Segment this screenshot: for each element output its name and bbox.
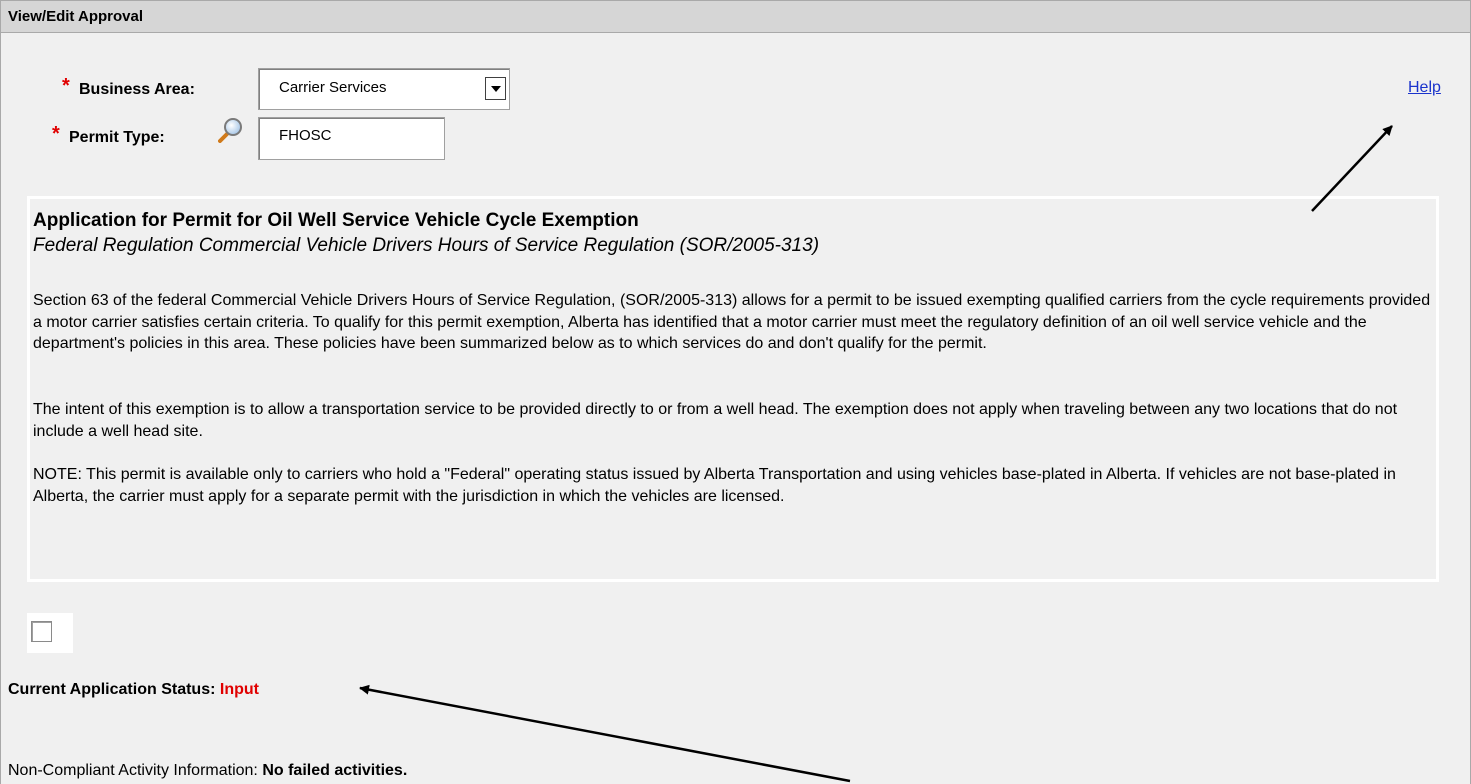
info-paragraph-3: NOTE: This permit is available only to c… [33,466,1396,505]
permit-type-required-mark: * [52,123,60,145]
permit-type-input[interactable]: FHOSC [258,117,445,160]
application-status: Current Application Status: Input [8,681,259,699]
status-value: Input [219,681,259,698]
business-area-label: Business Area: [79,81,195,98]
acknowledge-checkbox[interactable] [31,621,52,642]
permit-type-label: Permit Type: [69,129,165,146]
dropdown-arrow-icon[interactable] [485,77,506,100]
magnifier-search-icon[interactable] [218,117,244,143]
window-title-bar: View/Edit Approval [0,0,1471,33]
status-label: Current Application Status: [8,681,216,698]
info-paragraph-1: Section 63 of the federal Commercial Veh… [33,292,1431,352]
window-title: View/Edit Approval [8,8,144,25]
info-paragraph-2: The intent of this exemption is to allow… [33,401,1398,440]
non-compliant-value: No failed activities. [262,762,408,779]
business-area-value: Carrier Services [279,79,387,96]
non-compliant-label: Non-Compliant Activity Information: [8,762,258,779]
help-link[interactable]: Help [1408,79,1441,97]
arrow-to-status [359,684,851,783]
business-area-required-mark: * [62,75,70,97]
business-area-select[interactable]: Carrier Services [258,68,510,110]
permit-info-subtitle: Federal Regulation Commercial Vehicle Dr… [33,235,820,256]
frame-border-left [0,33,1,784]
permit-info-title: Application for Permit for Oil Well Serv… [33,210,639,231]
non-compliant-info: Non-Compliant Activity Information: No f… [8,762,407,780]
